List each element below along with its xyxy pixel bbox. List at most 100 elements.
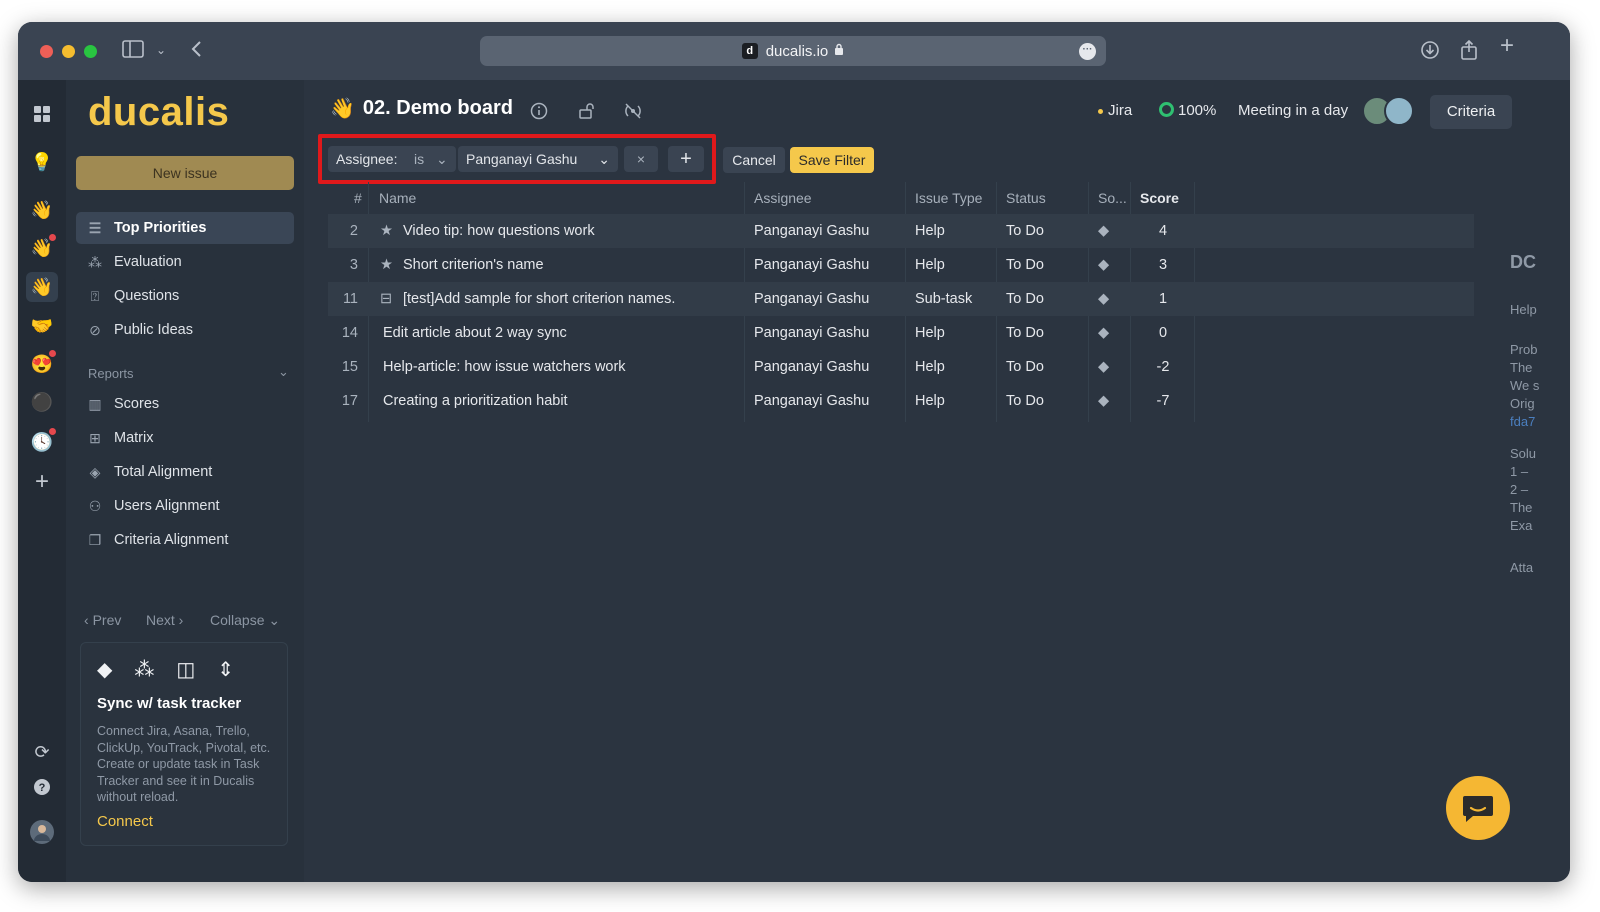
column-header-issue-type[interactable]: Issue Type <box>915 190 982 206</box>
sidebar-toggle-icon[interactable] <box>122 40 144 62</box>
issue-name[interactable]: Edit article about 2 way sync <box>383 316 567 350</box>
filter-field[interactable]: Assignee: <box>328 146 414 172</box>
score: 0 <box>1158 325 1168 341</box>
info-icon[interactable] <box>530 102 548 125</box>
table-row[interactable]: 15 Help-article: how issue watchers work… <box>328 350 1474 384</box>
sidebar-item-public-ideas[interactable]: ⊘ Public Ideas <box>76 314 294 346</box>
issue-type: Sub-task <box>915 291 973 307</box>
prev-button[interactable]: ‹ Prev <box>84 612 121 628</box>
jira-source-icon: ◆ <box>1098 325 1110 341</box>
sync-promo-card: ◆ ⁂ ◫ ⇕ Sync w/ task tracker Connect Jir… <box>80 642 288 846</box>
board-title-text[interactable]: 02. Demo board <box>363 97 513 120</box>
column-header-name[interactable]: Name <box>379 190 416 206</box>
table-row[interactable]: 14 Edit article about 2 way sync Pangana… <box>328 316 1474 350</box>
jira-source-icon: ◆ <box>1098 359 1110 375</box>
new-tab-icon[interactable]: + <box>1500 34 1514 58</box>
jira-status[interactable]: Jira <box>1098 102 1132 119</box>
ducalis-logo[interactable]: ducalis <box>88 90 229 135</box>
address-bar[interactable]: d ducalis.io ··· <box>480 36 1106 66</box>
board-wave-active-icon[interactable]: 👋 <box>26 272 58 302</box>
issue-name[interactable]: Video tip: how questions work <box>403 214 595 248</box>
board-hand-icon[interactable]: 🤝 <box>30 314 54 338</box>
next-button[interactable]: Next › <box>146 612 183 628</box>
new-issue-button[interactable]: New issue <box>76 156 294 190</box>
filter-value-select[interactable]: Panganayi Gashu ⌄ <box>458 146 618 172</box>
sidebar-item-scores[interactable]: ▥ Scores <box>76 388 294 420</box>
chat-support-button[interactable] <box>1446 776 1510 840</box>
board-emoji-icon[interactable]: 😍 <box>30 350 56 376</box>
progress-indicator[interactable]: 100% <box>1159 102 1216 119</box>
board-wave-icon[interactable]: 👋 <box>30 198 54 222</box>
column-header-status[interactable]: Status <box>1006 190 1046 206</box>
chevron-down-icon[interactable]: ⌄ <box>156 40 166 60</box>
clear-filter-icon[interactable]: × <box>624 146 658 172</box>
subtask-icon: ⊟ <box>380 291 393 307</box>
column-header-assignee[interactable]: Assignee <box>754 190 812 206</box>
board-clock-icon[interactable]: 🕓 <box>30 428 56 454</box>
help-icon[interactable]: ? <box>30 778 54 802</box>
issue-name[interactable]: Creating a prioritization habit <box>383 384 568 418</box>
peek-text: 2 – <box>1510 482 1529 497</box>
meeting-label[interactable]: Meeting in a day <box>1238 102 1348 119</box>
close-window-button[interactable] <box>40 45 53 58</box>
issue-type: Help <box>915 257 945 273</box>
sidebar-item-total-alignment[interactable]: ◈ Total Alignment <box>76 456 294 488</box>
sidebar-item-questions[interactable]: ⍰ Questions <box>76 280 294 312</box>
broadcast-off-icon[interactable] <box>624 102 642 125</box>
sidebar-item-matrix[interactable]: ⊞ Matrix <box>76 422 294 454</box>
peek-text: 1 – <box>1510 464 1529 479</box>
cancel-button[interactable]: Cancel <box>723 147 785 173</box>
criteria-button[interactable]: Criteria <box>1430 95 1512 129</box>
sidebar-item-label: Matrix <box>114 430 154 446</box>
more-options-icon[interactable]: ··· <box>1079 43 1096 60</box>
assignee: Panganayi Gashu <box>754 257 870 273</box>
clickup-icon: ⇕ <box>217 659 235 681</box>
back-arrow-icon[interactable] <box>190 40 202 62</box>
sync-icon[interactable]: ⟳ <box>30 740 54 764</box>
download-icon[interactable] <box>1420 40 1440 64</box>
unlock-icon[interactable] <box>578 102 596 125</box>
save-filter-button[interactable]: Save Filter <box>790 147 874 173</box>
table-row[interactable]: 17 Creating a prioritization habit Panga… <box>328 384 1474 418</box>
table-row[interactable]: 3 ★ Short criterion's name Panganayi Gas… <box>328 248 1474 282</box>
column-header-source[interactable]: So... <box>1098 190 1127 206</box>
user-avatar[interactable] <box>30 820 54 844</box>
board-wave-icon[interactable]: 👋 <box>30 234 56 260</box>
progress-ring-icon <box>1159 102 1174 117</box>
collapse-button[interactable]: Collapse ⌄ <box>210 612 280 629</box>
avatar[interactable] <box>1384 96 1414 126</box>
connect-link[interactable]: Connect <box>97 813 153 830</box>
add-filter-button[interactable]: + <box>668 146 704 172</box>
tracker-icons: ◆ ⁂ ◫ ⇕ <box>97 657 234 682</box>
assignee: Panganayi Gashu <box>754 359 870 375</box>
reports-section-label[interactable]: Reports <box>88 366 134 381</box>
jira-source-icon: ◆ <box>1098 223 1110 239</box>
board-circle-icon[interactable]: ⚫ <box>30 390 54 414</box>
apps-grid-icon[interactable] <box>30 104 54 128</box>
issue-name[interactable]: Help-article: how issue watchers work <box>383 350 626 384</box>
sidebar-item-criteria-alignment[interactable]: ❐ Criteria Alignment <box>76 524 294 556</box>
issue-name[interactable]: Short criterion's name <box>403 248 544 282</box>
score: -2 <box>1156 359 1170 375</box>
filter-operator-select[interactable]: is ⌄ <box>406 146 456 172</box>
chevron-down-icon[interactable]: ⌄ <box>278 364 289 380</box>
sidebar-item-users-alignment[interactable]: ⚇ Users Alignment <box>76 490 294 522</box>
add-board-icon[interactable]: + <box>30 470 54 494</box>
sidebar-item-evaluation[interactable]: ⁂ Evaluation <box>76 246 294 278</box>
lightbulb-icon[interactable]: 💡 <box>30 150 54 174</box>
url-text: ducalis.io <box>765 42 829 60</box>
table-row[interactable]: 11 ⊟ [test]Add sample for short criterio… <box>328 282 1474 316</box>
table-row[interactable]: 2 ★ Video tip: how questions work Pangan… <box>328 214 1474 248</box>
status: To Do <box>1006 257 1044 273</box>
sidebar-item-top-priorities[interactable]: ☰ Top Priorities <box>76 212 294 244</box>
issue-name[interactable]: [test]Add sample for short criterion nam… <box>403 282 675 316</box>
sync-description: Connect Jira, Asana, Trello, ClickUp, Yo… <box>97 724 271 804</box>
star-icon: ★ <box>380 257 393 273</box>
share-icon[interactable] <box>1460 39 1478 64</box>
question-box-icon: ⍰ <box>90 287 100 304</box>
column-header-number[interactable]: # <box>354 190 362 206</box>
zoom-window-button[interactable] <box>84 45 97 58</box>
column-header-score[interactable]: Score <box>1140 190 1179 206</box>
sync-title: Sync w/ task tracker <box>97 695 242 712</box>
minimize-window-button[interactable] <box>62 45 75 58</box>
